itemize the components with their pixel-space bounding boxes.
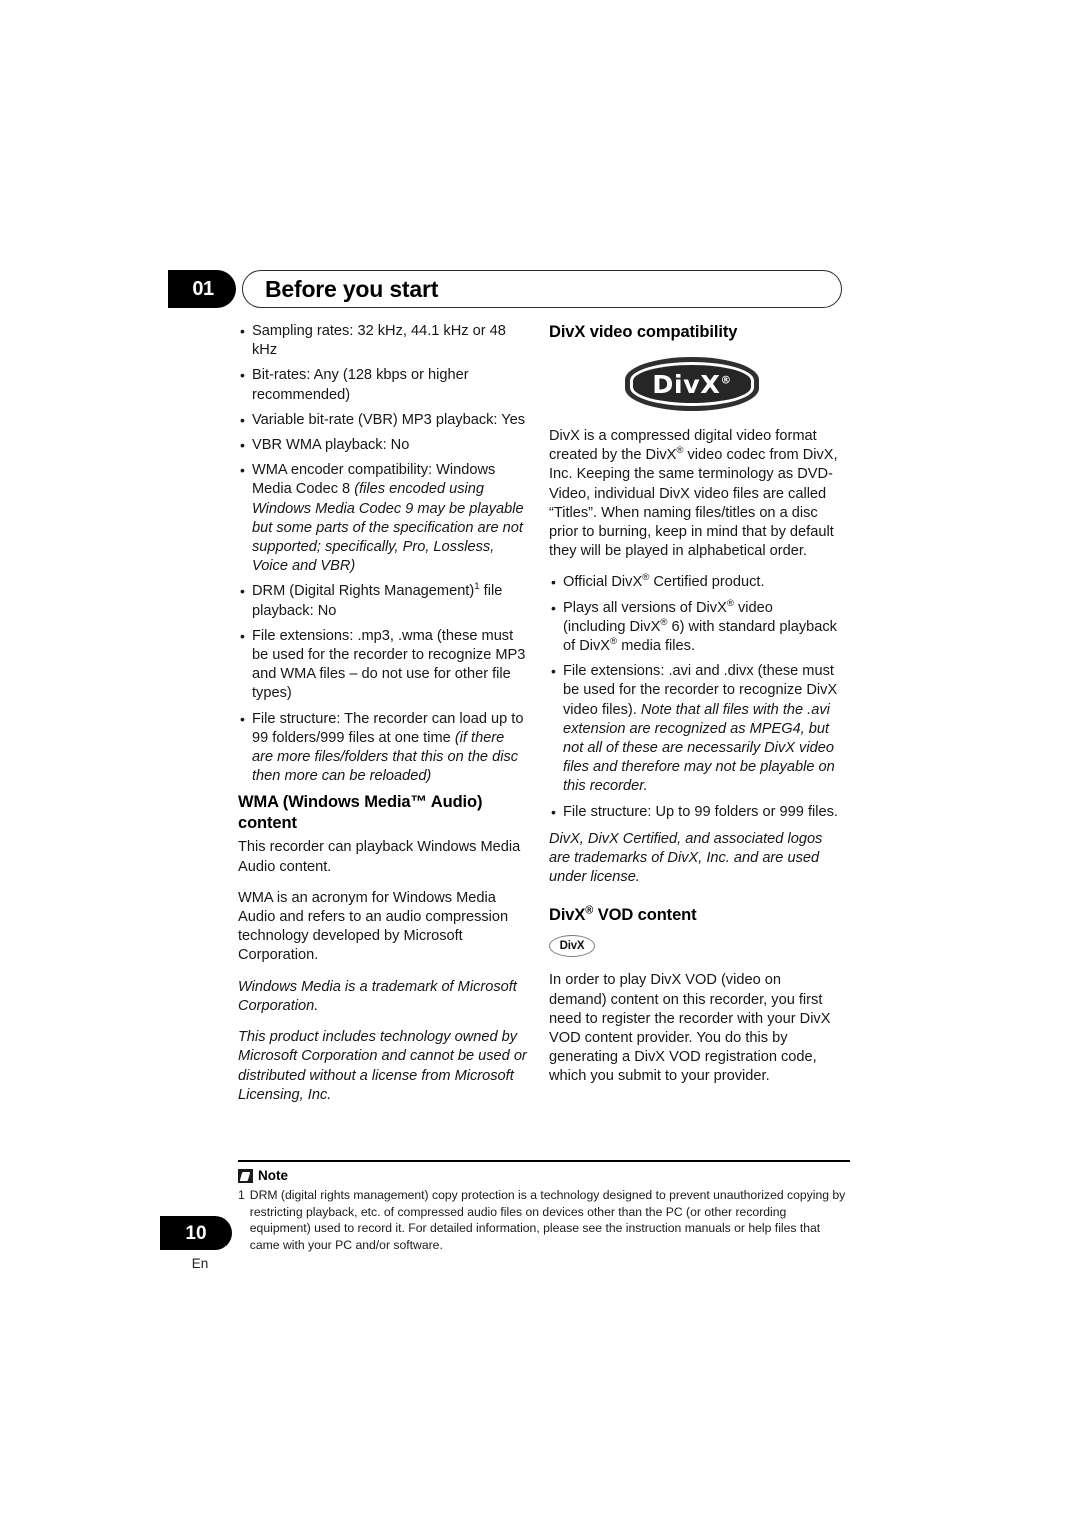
divx-intro-paragraph: DivX is a compressed digital video forma… (549, 428, 838, 560)
wma-trademark-note: Windows Media is a trademark of Microsof… (238, 978, 517, 1014)
page-number-tab: 10 (160, 1216, 232, 1250)
wma-paragraph-1: This recorder can playback Windows Media… (238, 839, 521, 875)
list-item-file-extensions: File extensions: .mp3, .wma (these must … (238, 627, 528, 704)
list-item-file-structure: File structure: The recorder can load up… (238, 710, 528, 787)
list-item-plays-versions: Plays all versions of DivX® video (inclu… (549, 597, 839, 657)
divx-trademark-note: DivX, DivX Certified, and associated log… (549, 830, 823, 886)
divx-vod-paragraph: In order to play DivX VOD (video on dema… (549, 972, 831, 1085)
list-item-divx-file-extensions: File extensions: .avi and .divx (these m… (549, 662, 839, 796)
footnote-text: DRM (digital rights management) copy pro… (249, 1188, 846, 1252)
page-title-pill: Before you start (242, 270, 842, 308)
audio-spec-bullet-list: Sampling rates: 32 kHz, 44.1 kHz or 48 k… (238, 322, 528, 786)
wma-license-note: This product includes technology owned b… (238, 1029, 527, 1103)
left-column: Sampling rates: 32 kHz, 44.1 kHz or 48 k… (238, 322, 528, 1117)
registered-mark: ® (720, 374, 732, 387)
divx-vod-badge-icon: DivX (549, 935, 595, 958)
page-language-code: En (191, 1256, 209, 1271)
section-heading-divx-video: DivX video compatibility (549, 323, 738, 341)
list-item: Variable bit-rate (VBR) MP3 playback: Ye… (238, 411, 528, 430)
page-number: 10 (185, 1222, 207, 1244)
divx-logo-core-shape: DivX® (633, 365, 751, 403)
list-item: Bit-rates: Any (128 kbps or higher recom… (238, 366, 528, 404)
wma-paragraph-2: WMA is an acronym for Windows Media Audi… (238, 889, 509, 964)
note-block: Note 1 DRM (digital rights management) c… (238, 1160, 850, 1254)
divx-feature-bullet-list: Official DivX® Certified product. Plays … (549, 573, 839, 822)
list-item-divx-file-structure: File structure: Up to 99 folders or 999 … (549, 803, 839, 822)
note-header: Note (238, 1168, 850, 1184)
divx-logo-container: DivX® (549, 357, 839, 411)
divx-vod-badge-label: DivX (559, 939, 585, 952)
footnote-1: 1 DRM (digital rights management) copy p… (238, 1187, 850, 1253)
list-item: Sampling rates: 32 kHz, 44.1 kHz or 48 k… (238, 322, 528, 360)
chapter-number: 01 (192, 278, 214, 300)
list-item-wma-encoder: WMA encoder compatibility: Windows Media… (238, 461, 528, 576)
note-separator-rule (238, 1160, 850, 1163)
note-icon (238, 1169, 253, 1184)
divx-logo-wordmark: DivX® (652, 369, 732, 399)
list-item-official-certified: Official DivX® Certified product. (549, 573, 839, 593)
section-heading-divx-vod: DivX® VOD content (549, 904, 697, 925)
chapter-number-tab: 01 (168, 270, 236, 308)
list-item-drm: DRM (Digital Rights Management)1 file pl… (238, 582, 528, 620)
list-item: VBR WMA playback: No (238, 436, 528, 455)
section-heading-wma: WMA (Windows Media™ Audio) content (238, 793, 483, 833)
right-column: DivX video compatibility DivX® DivX is a… (549, 322, 839, 1099)
registered-mark: ® (726, 597, 734, 609)
divx-logo-icon: DivX® (625, 357, 759, 411)
page-header: 01 Before you start (168, 270, 850, 312)
note-label: Note (258, 1168, 288, 1184)
page-title: Before you start (265, 275, 439, 302)
footnote-number: 1 (238, 1188, 245, 1203)
